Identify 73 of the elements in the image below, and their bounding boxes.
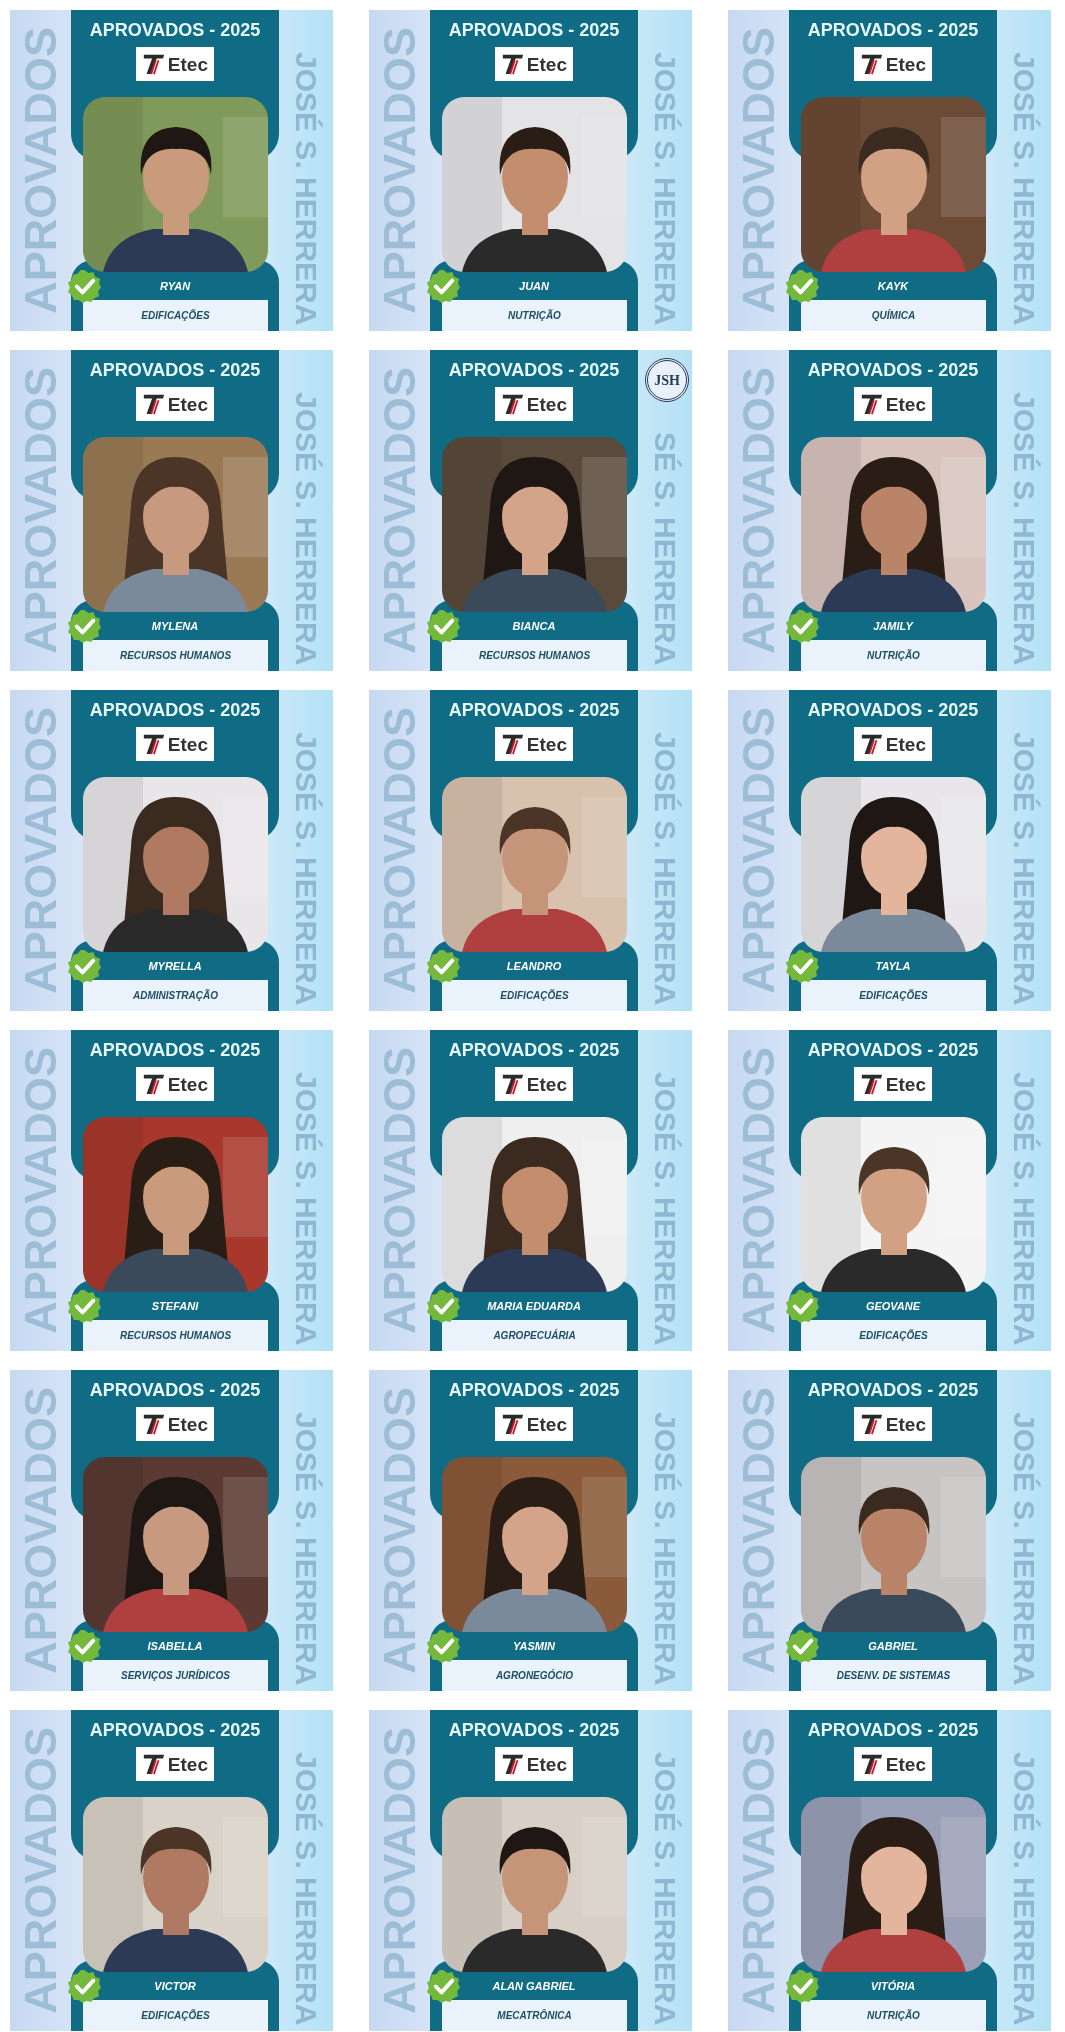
headline: APROVADOS - 2025: [448, 699, 620, 722]
student-name: ISABELLA: [146, 1638, 204, 1654]
logo-text: Etec: [167, 734, 208, 754]
logo-text: Etec: [526, 1414, 567, 1434]
student-name: MYLENA: [150, 618, 200, 634]
headline: APROVADOS - 2025: [807, 1719, 979, 1742]
logo-text: Etec: [167, 1414, 208, 1434]
course-label: EDIFICAÇÕES: [801, 1320, 986, 1351]
student-name: LEANDRO: [505, 958, 563, 974]
course-label: DESENV. DE SISTEMAS: [801, 1660, 986, 1691]
logo-text: Etec: [526, 394, 567, 414]
headline: APROVADOS - 2025: [807, 1379, 979, 1402]
logo-text: Etec: [167, 1754, 208, 1774]
headline: APROVADOS - 2025: [89, 359, 261, 382]
logo-text: Etec: [885, 734, 926, 754]
student-name: MARIA EDUARDA: [486, 1298, 582, 1314]
headline: APROVADOS - 2025: [807, 699, 979, 722]
student-name: VITÓRIA: [869, 1978, 917, 1994]
headline: APROVADOS - 2025: [807, 359, 979, 382]
logo-text: Etec: [885, 1414, 926, 1434]
logo-text: Etec: [885, 54, 926, 74]
course-label: MECATRÔNICA: [442, 2000, 627, 2031]
course-label: NUTRIÇÃO: [442, 300, 627, 331]
headline: APROVADOS - 2025: [89, 1379, 261, 1402]
seal-logo: JSH: [645, 358, 689, 402]
logo-text: Etec: [167, 54, 208, 74]
student-name: ALAN GABRIEL: [491, 1978, 577, 1994]
course-label: EDIFICAÇÕES: [83, 300, 268, 331]
logo-text: Etec: [526, 54, 567, 74]
student-name: RYAN: [158, 278, 192, 294]
student-name: JUAN: [518, 278, 550, 294]
course-label: ADMINISTRAÇÃO: [83, 980, 268, 1011]
student-name: KAYK: [876, 278, 910, 294]
student-name: STEFANI: [150, 1298, 200, 1314]
logo-text: Etec: [167, 1074, 208, 1094]
headline: APROVADOS - 2025: [89, 699, 261, 722]
headline: APROVADOS - 2025: [448, 1039, 620, 1062]
student-name: MYRELLA: [147, 958, 203, 974]
logo-text: Etec: [885, 1754, 926, 1774]
logo-text: Etec: [885, 1074, 926, 1094]
course-label: NUTRIÇÃO: [801, 2000, 986, 2031]
headline: APROVADOS - 2025: [448, 1379, 620, 1402]
course-label: RECURSOS HUMANOS: [83, 640, 268, 671]
course-label: EDIFICAÇÕES: [83, 2000, 268, 2031]
headline: APROVADOS - 2025: [89, 1719, 261, 1742]
student-name: TAYLA: [874, 958, 912, 974]
headline: APROVADOS - 2025: [807, 1039, 979, 1062]
course-label: AGRONEGÓCIO: [442, 1660, 627, 1691]
headline: APROVADOS - 2025: [448, 1719, 620, 1742]
course-label: RECURSOS HUMANOS: [442, 640, 627, 671]
student-name: VICTOR: [153, 1978, 197, 1994]
student-name: JAMILY: [872, 618, 915, 634]
student-name: GEOVANE: [864, 1298, 922, 1314]
headline: APROVADOS - 2025: [89, 19, 261, 42]
headline: APROVADOS - 2025: [807, 19, 979, 42]
headline: APROVADOS - 2025: [448, 19, 620, 42]
course-label: SERVIÇOS JURÍDICOS: [83, 1660, 268, 1691]
logo-text: Etec: [526, 734, 567, 754]
course-label: EDIFICAÇÕES: [442, 980, 627, 1011]
course-label: AGROPECUÁRIA: [442, 1320, 627, 1351]
course-label: EDIFICAÇÕES: [801, 980, 986, 1011]
headline: APROVADOS - 2025: [448, 359, 620, 382]
course-label: NUTRIÇÃO: [801, 640, 986, 671]
logo-text: Etec: [167, 394, 208, 414]
student-name: YASMIN: [512, 1638, 556, 1654]
student-name: BIANCA: [511, 618, 557, 634]
logo-text: Etec: [526, 1754, 567, 1774]
logo-text: Etec: [526, 1074, 567, 1094]
student-name: GABRIEL: [867, 1638, 919, 1654]
course-label: RECURSOS HUMANOS: [83, 1320, 268, 1351]
headline: APROVADOS - 2025: [89, 1039, 261, 1062]
logo-text: Etec: [885, 394, 926, 414]
course-label: QUÍMICA: [801, 300, 986, 331]
